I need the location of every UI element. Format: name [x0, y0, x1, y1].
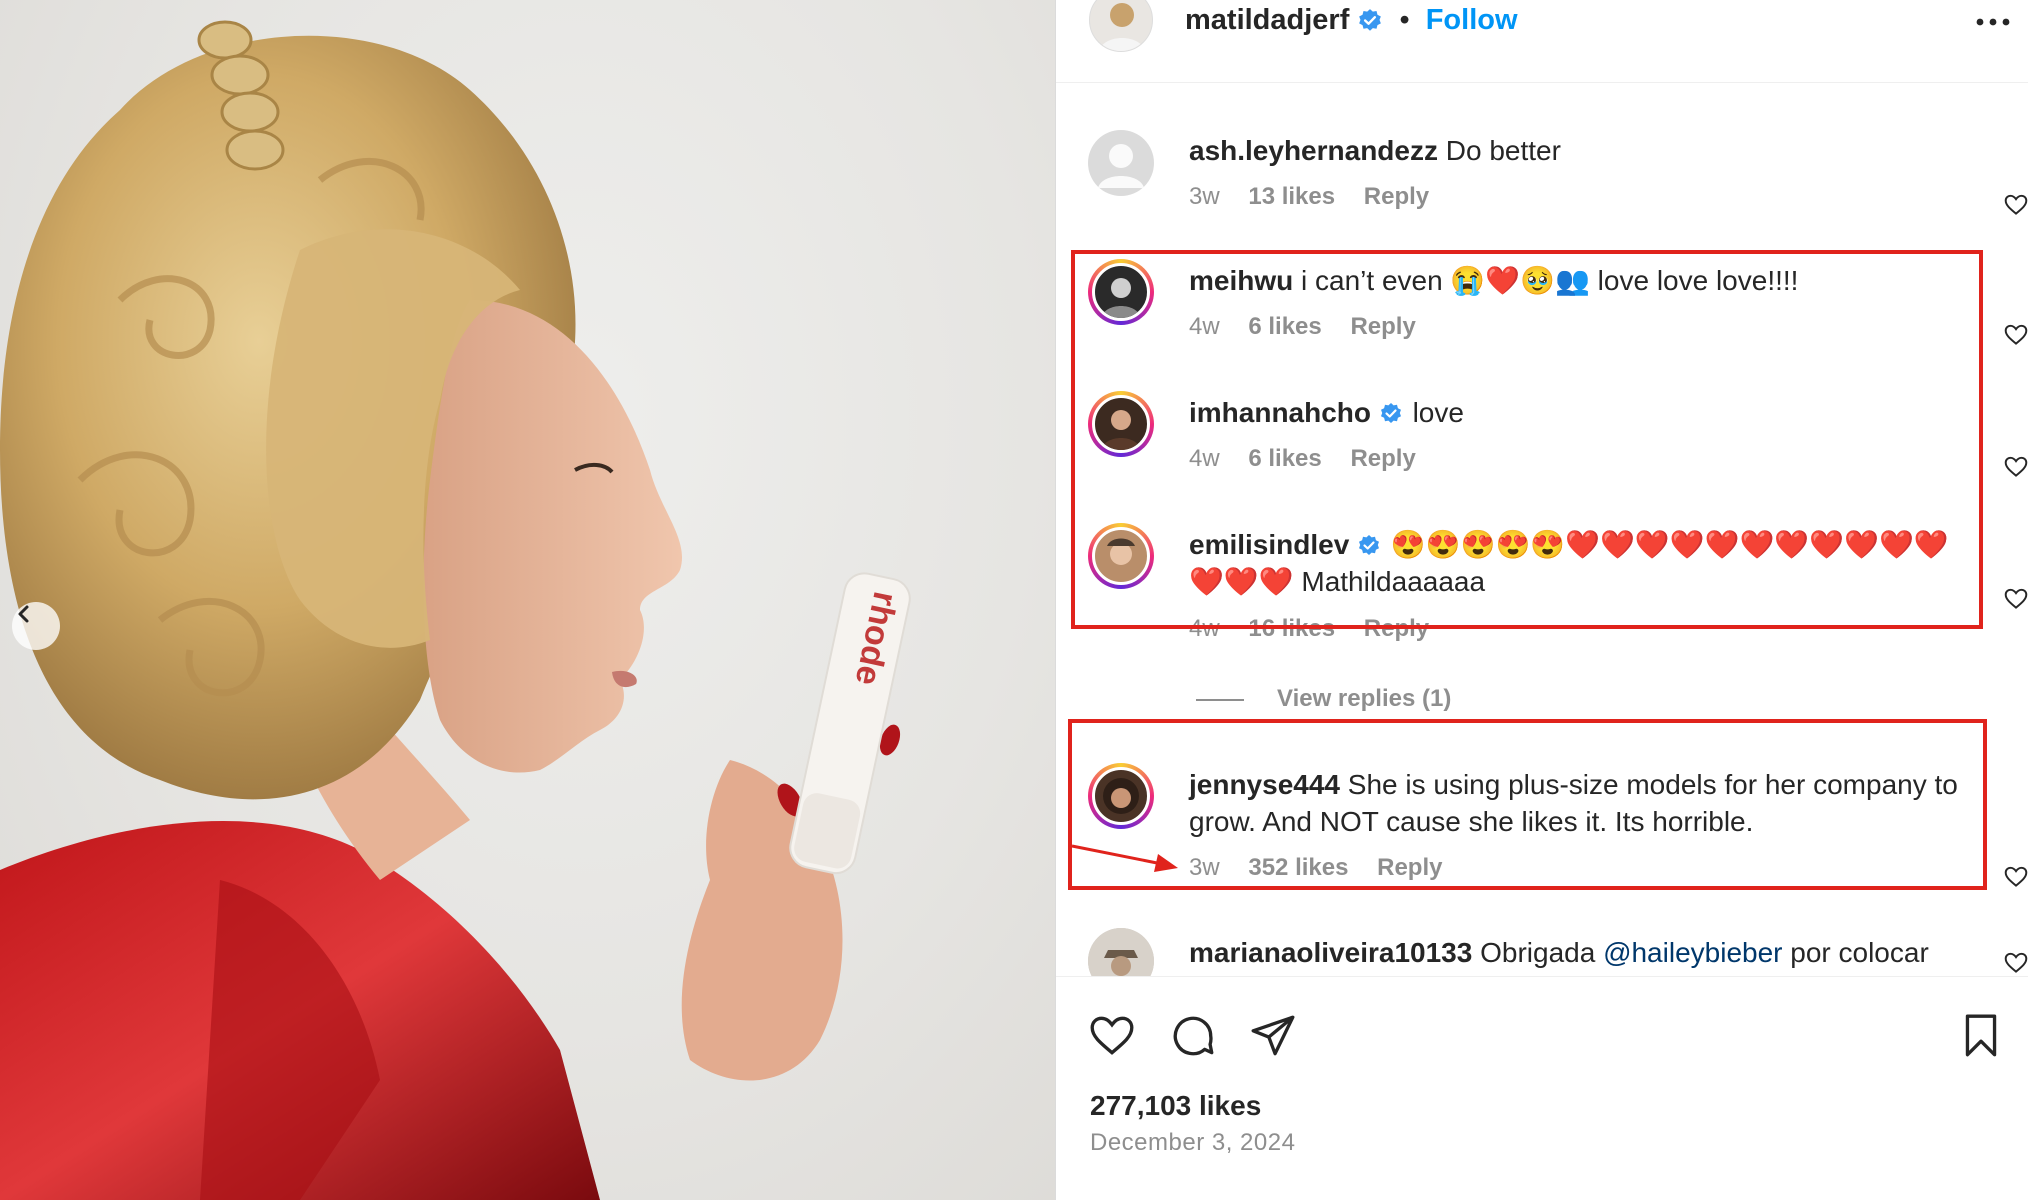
- reply-button[interactable]: Reply: [1364, 183, 1429, 210]
- comment-age: 3w: [1189, 183, 1220, 210]
- comment-text: ash.leyhernandezz Do better: [1189, 132, 1969, 169]
- share-icon[interactable]: [1248, 1011, 1298, 1061]
- comment-body-continued: por colocar: [1790, 937, 1929, 968]
- header-separator: •: [1399, 4, 1410, 36]
- author-avatar[interactable]: [1089, 0, 1153, 52]
- annotation-highlight-box: [1068, 719, 1987, 890]
- bookmark-icon[interactable]: [1956, 1011, 2006, 1061]
- comment-body: Do better: [1445, 135, 1561, 166]
- post-image: rhode: [0, 0, 1055, 1200]
- comment-avatar[interactable]: [1088, 928, 1154, 976]
- post-actions: 277,103 likes December 3, 2024: [1056, 976, 2028, 1200]
- heart-icon[interactable]: [2003, 586, 2028, 612]
- post-date: December 3, 2024: [1090, 1129, 1296, 1156]
- heart-icon[interactable]: [2003, 322, 2028, 348]
- post-panel: matildadjerf • Follow ash.leyhernandezz …: [1055, 0, 2028, 1200]
- heart-icon[interactable]: [2003, 950, 2028, 976]
- comment-text: marianaoliveira10133 Obrigada @haileybie…: [1189, 934, 1969, 971]
- post-header: matildadjerf • Follow: [1056, 0, 2028, 83]
- author-username[interactable]: matildadjerf: [1185, 4, 1349, 36]
- verified-icon: [1357, 8, 1383, 34]
- comment-likes[interactable]: 13 likes: [1248, 183, 1335, 210]
- comment-icon[interactable]: [1168, 1011, 1218, 1061]
- model-photo-illustration: rhode: [0, 20, 911, 1200]
- replies-divider: [1196, 699, 1244, 701]
- comment-mention[interactable]: @haileybieber: [1603, 937, 1782, 968]
- comment-body: Obrigada: [1480, 937, 1596, 968]
- view-replies-button[interactable]: View replies (1): [1277, 685, 1451, 713]
- annotation-arrow: [1071, 844, 1178, 872]
- annotation-highlight-box: [1071, 250, 1983, 629]
- comment-username[interactable]: marianaoliveira10133: [1189, 937, 1472, 968]
- heart-icon[interactable]: [2003, 864, 2028, 890]
- heart-icon[interactable]: [1087, 1011, 1137, 1061]
- heart-icon[interactable]: [2003, 454, 2028, 480]
- more-options-button[interactable]: [1971, 8, 2015, 36]
- likes-count[interactable]: 277,103 likes: [1090, 1090, 1261, 1122]
- carousel-prev-button[interactable]: [12, 602, 60, 650]
- follow-button[interactable]: Follow: [1426, 4, 1518, 36]
- more-icon: [1976, 13, 2010, 31]
- heart-icon[interactable]: [2003, 192, 2028, 218]
- comment-avatar[interactable]: [1088, 130, 1154, 196]
- comment-username[interactable]: ash.leyhernandezz: [1189, 135, 1438, 166]
- comment-meta: 3w 13 likes Reply: [1189, 183, 1451, 211]
